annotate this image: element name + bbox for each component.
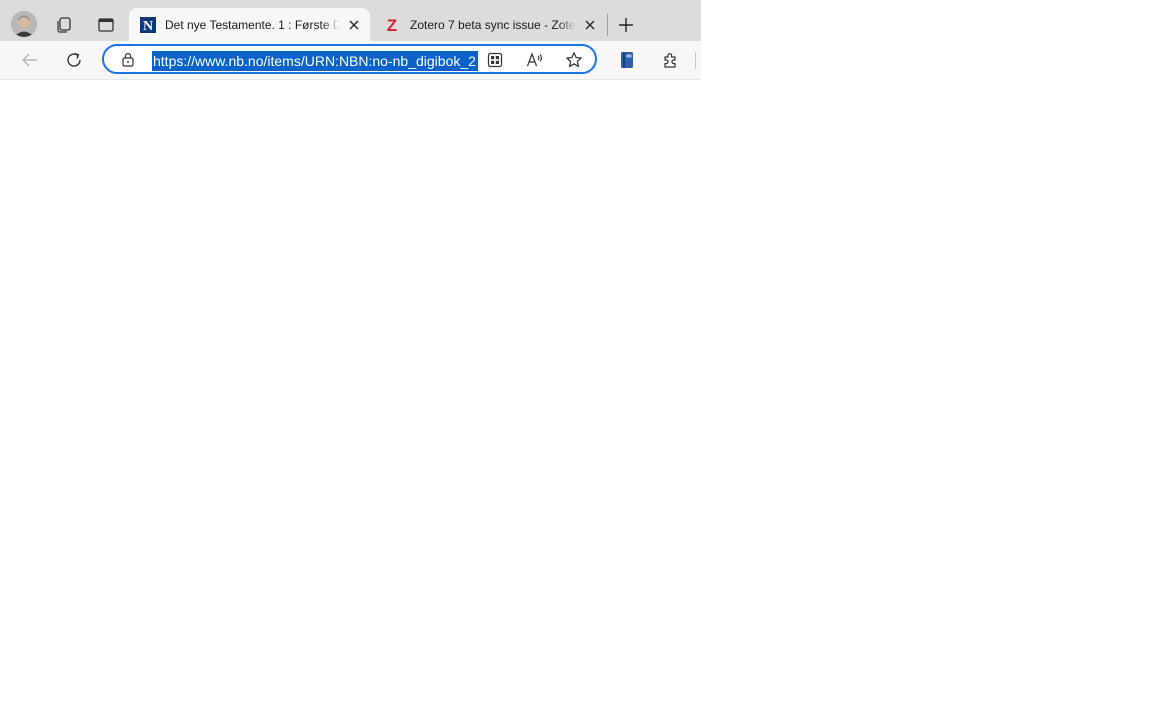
read-aloud-icon (526, 52, 543, 67)
tab-title: Zotero 7 beta sync issue - Zotero (410, 17, 576, 32)
tab-separator (607, 14, 608, 36)
puzzle-icon (664, 53, 676, 68)
vertical-tabs-icon (98, 18, 114, 32)
favicon-letter: Z (387, 17, 397, 33)
lock-icon (122, 52, 134, 67)
book-icon (621, 52, 633, 68)
toolbar-separator (695, 52, 696, 69)
tab-zotero[interactable]: Z Zotero 7 beta sync issue - Zotero (374, 8, 606, 41)
browser-window: N Det nye Testamente. 1 : Første De Z Zo… (0, 0, 701, 80)
refresh-button[interactable] (62, 48, 86, 72)
n-logo-icon: N (140, 16, 156, 33)
new-tab-button[interactable] (614, 13, 638, 37)
read-aloud-button[interactable] (525, 50, 545, 70)
avatar-icon (11, 11, 37, 37)
close-icon (349, 20, 359, 29)
tab-det-nye-testamente[interactable]: N Det nye Testamente. 1 : Første De (129, 8, 370, 41)
zotero-favicon: Z (385, 17, 401, 33)
workspaces-button[interactable] (53, 14, 75, 36)
app-available-button[interactable] (485, 50, 505, 70)
collections-icon (57, 17, 71, 33)
star-icon (566, 52, 582, 68)
back-arrow-icon (22, 53, 37, 67)
tab-strip: N Det nye Testamente. 1 : Første De Z Zo… (0, 0, 701, 41)
tab-actions-button[interactable] (95, 14, 117, 36)
site-info-button[interactable] (119, 50, 137, 68)
profile-avatar[interactable] (11, 11, 37, 37)
favorite-button[interactable] (564, 50, 584, 70)
close-tab-button[interactable] (344, 15, 364, 35)
refresh-icon (67, 52, 81, 67)
tab-title: Det nye Testamente. 1 : Første De (165, 17, 340, 32)
url-text[interactable]: https://www.nb.no/items/URN:NBN:no-nb_di… (152, 51, 478, 71)
close-icon (585, 20, 595, 29)
back-button[interactable] (18, 48, 42, 72)
book-extension-button[interactable] (615, 48, 639, 72)
favicon-letter: N (143, 19, 153, 33)
plus-icon (619, 18, 633, 32)
page-content (0, 80, 1152, 720)
z-logo-icon: Z (387, 17, 397, 33)
close-tab-button[interactable] (580, 15, 600, 35)
extensions-button[interactable] (659, 48, 683, 72)
address-bar[interactable]: https://www.nb.no/items/URN:NBN:no-nb_di… (102, 44, 597, 74)
navigation-toolbar: https://www.nb.no/items/URN:NBN:no-nb_di… (0, 41, 701, 79)
nb-favicon: N (140, 16, 156, 33)
apps-icon (487, 52, 503, 68)
